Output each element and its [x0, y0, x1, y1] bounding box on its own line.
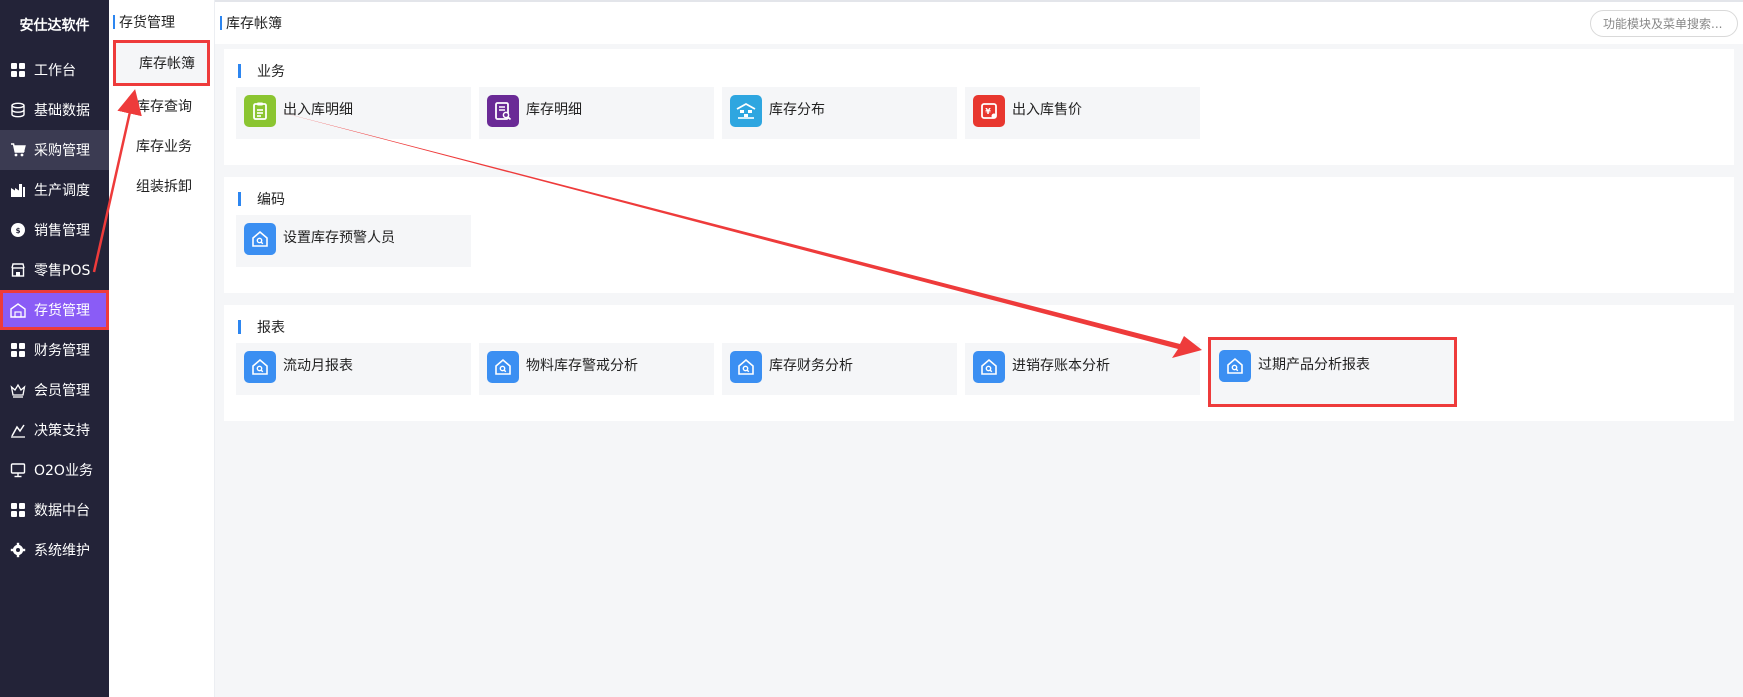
sidebar-item-label: 采购管理 [34, 143, 90, 159]
section-business: 业务 出入库明细 库存明细 库存分布 ¥ 出入库售价 [224, 49, 1734, 165]
warehouse-shelf-icon [730, 95, 762, 127]
sidebar-item-retail-pos[interactable]: 零售POS [0, 250, 109, 290]
sidebar-item-label: 数据中台 [34, 503, 90, 519]
sidebar-item-label: 系统维护 [34, 543, 90, 559]
svg-text:$: $ [16, 227, 21, 235]
document-search-icon [487, 95, 519, 127]
section-title: 编码 [257, 192, 285, 208]
card-set-inventory-alert-staff[interactable]: 设置库存预警人员 [236, 215, 471, 267]
svg-text:¥: ¥ [985, 107, 991, 116]
sidebar-item-label: 存货管理 [34, 303, 90, 319]
submenu-item-inventory-ledger[interactable]: 库存帐簿 [113, 40, 210, 86]
warehouse-icon [10, 303, 26, 318]
sidebar-item-label: 财务管理 [34, 343, 90, 359]
secondary-menu: 存货管理 库存帐簿 库存查询 库存业务 组装拆卸 [109, 0, 215, 697]
section-header: 业务 [238, 63, 1722, 80]
card-label: 出入库售价 [1012, 102, 1082, 118]
sidebar-item-decision[interactable]: 决策支持 [0, 410, 109, 450]
sidebar-item-label: 零售POS [34, 263, 91, 279]
submenu-title-text: 存货管理 [119, 15, 175, 31]
card-inout-price[interactable]: ¥ 出入库售价 [965, 87, 1200, 139]
grid-icon [11, 63, 25, 77]
sidebar-item-data-center[interactable]: 数据中台 [0, 490, 109, 530]
clipboard-icon [244, 95, 276, 127]
sidebar-item-label: 销售管理 [34, 223, 90, 239]
house-search-icon [1219, 350, 1251, 382]
section-header: 编码 [238, 191, 1722, 208]
page-title: 库存帐簿 [226, 16, 282, 32]
card-label: 进销存账本分析 [1012, 358, 1110, 374]
card-label: 库存财务分析 [769, 358, 853, 374]
sidebar-item-label: O2O业务 [34, 463, 93, 479]
card-ledger-analysis[interactable]: 进销存账本分析 [965, 343, 1200, 395]
card-label: 库存明细 [526, 102, 582, 118]
submenu-item-assembly[interactable]: 组装拆卸 [109, 166, 214, 206]
sidebar-item-purchase[interactable]: 采购管理 [0, 130, 109, 170]
submenu-item-inventory-business[interactable]: 库存业务 [109, 126, 214, 166]
card-inout-detail[interactable]: 出入库明细 [236, 87, 471, 139]
house-search-icon [487, 351, 519, 383]
database-icon [11, 102, 25, 118]
section-title: 业务 [257, 64, 285, 80]
card-inventory-detail[interactable]: 库存明细 [479, 87, 714, 139]
section-accent-bar [238, 192, 241, 206]
card-inventory-distribution[interactable]: 库存分布 [722, 87, 957, 139]
sidebar-item-o2o[interactable]: O2O业务 [0, 450, 109, 490]
card-label: 物料库存警戒分析 [526, 358, 638, 374]
sidebar-item-base-data[interactable]: 基础数据 [0, 90, 109, 130]
top-bar: 库存帐簿 [215, 0, 1743, 44]
sidebar-item-system[interactable]: 系统维护 [0, 530, 109, 570]
house-search-icon [973, 351, 1005, 383]
sidebar-item-label: 工作台 [34, 63, 76, 79]
cart-icon [11, 143, 26, 157]
main-sidebar: 安仕达软件 工作台 基础数据 采购管理 生产调度 $ 销售管理 零售POS 存货… [0, 0, 109, 697]
card-label: 库存分布 [769, 102, 825, 118]
card-material-alert-analysis[interactable]: 物料库存警戒分析 [479, 343, 714, 395]
sidebar-item-label: 基础数据 [34, 103, 90, 119]
section-reports: 报表 流动月报表 物料库存警戒分析 库存财务分析 进销存账本分析 过期产品分析报… [224, 305, 1734, 421]
card-expired-product-report[interactable]: 过期产品分析报表 [1208, 337, 1457, 407]
brand-logo: 安仕达软件 [19, 18, 90, 34]
house-search-icon [244, 223, 276, 255]
section-header: 报表 [238, 319, 1722, 336]
title-accent-bar [113, 15, 115, 29]
decision-icon [11, 424, 25, 438]
sidebar-item-member[interactable]: 会员管理 [0, 370, 109, 410]
card-label: 流动月报表 [283, 358, 353, 374]
title-accent-bar [220, 16, 222, 30]
store-icon [11, 263, 25, 277]
submenu-item-inventory-query[interactable]: 库存查询 [109, 86, 214, 126]
sidebar-item-label: 生产调度 [34, 183, 90, 199]
sidebar-item-label: 会员管理 [34, 383, 90, 399]
sidebar-item-finance[interactable]: 财务管理 [0, 330, 109, 370]
house-search-icon [244, 351, 276, 383]
sidebar-item-workbench[interactable]: 工作台 [0, 50, 109, 90]
card-monthly-flow-report[interactable]: 流动月报表 [236, 343, 471, 395]
factory-icon [11, 184, 25, 197]
section-coding: 编码 设置库存预警人员 [224, 177, 1734, 293]
card-inventory-finance-analysis[interactable]: 库存财务分析 [722, 343, 957, 395]
grid-icon [11, 503, 25, 517]
card-label: 过期产品分析报表 [1258, 357, 1370, 373]
house-search-icon [730, 351, 762, 383]
section-title: 报表 [257, 320, 285, 336]
monitor-icon [10, 463, 26, 478]
menu-search-input[interactable] [1590, 10, 1738, 37]
sidebar-item-inventory[interactable]: 存货管理 [0, 290, 109, 330]
section-accent-bar [238, 64, 241, 78]
gear-icon [10, 542, 26, 558]
submenu-title: 存货管理 [109, 0, 214, 44]
section-accent-bar [238, 320, 241, 334]
card-label: 出入库明细 [283, 102, 353, 118]
price-tag-icon: ¥ [973, 95, 1005, 127]
crown-icon [10, 383, 26, 398]
card-label: 设置库存预警人员 [283, 230, 395, 246]
sidebar-item-label: 决策支持 [34, 423, 90, 439]
grid-icon [11, 343, 25, 357]
sales-icon: $ [11, 223, 25, 237]
sidebar-item-sales[interactable]: $ 销售管理 [0, 210, 109, 250]
sidebar-item-production[interactable]: 生产调度 [0, 170, 109, 210]
